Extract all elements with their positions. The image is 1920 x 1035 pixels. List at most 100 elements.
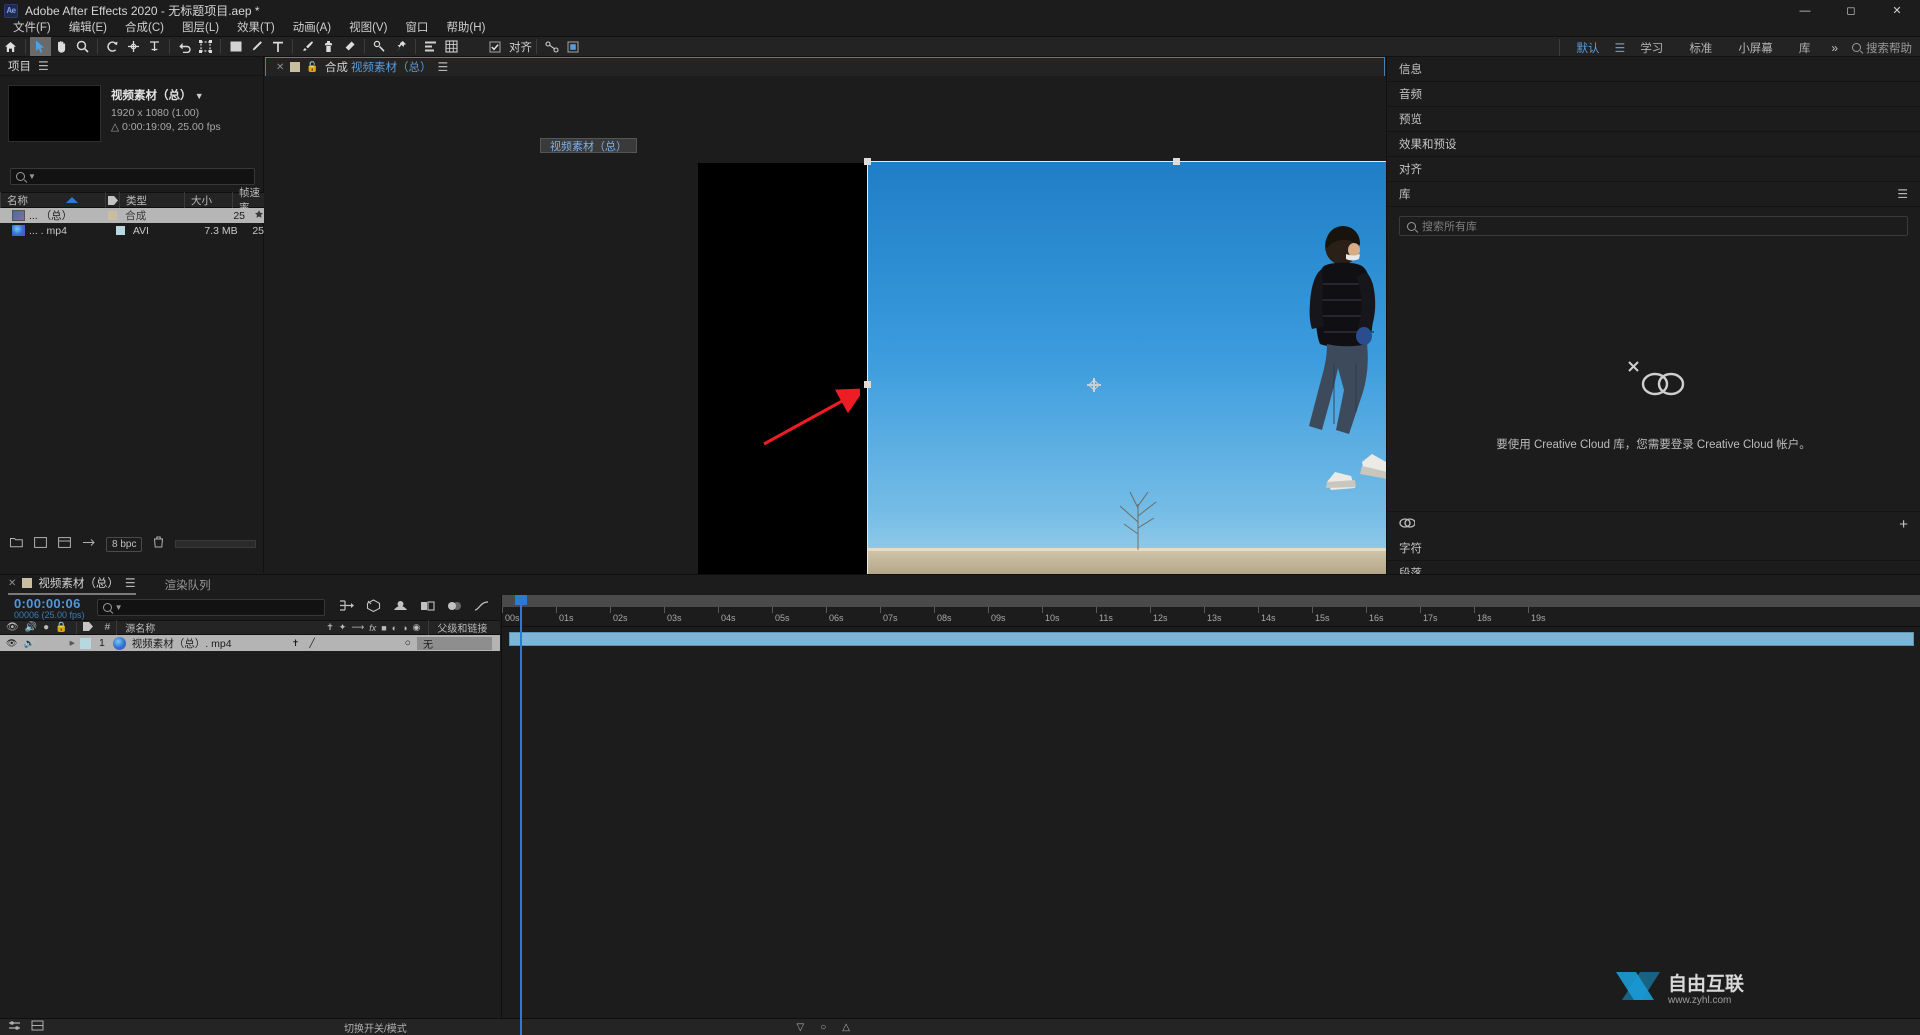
layer-parent-select[interactable]: 无 xyxy=(417,637,492,650)
snapping-toggle-icon[interactable] xyxy=(562,37,583,56)
layer-name[interactable]: 视频素材（总）. mp4 xyxy=(132,636,282,651)
toggle-switches-modes-icon[interactable] xyxy=(8,1020,21,1034)
transform-box-icon[interactable] xyxy=(195,37,216,56)
layer-shy-icon[interactable]: ✝ xyxy=(292,638,300,649)
resize-handle-tl[interactable] xyxy=(864,158,871,165)
layer-audio-toggle-icon[interactable]: 🔊 xyxy=(23,638,34,649)
rotation-tool-icon[interactable] xyxy=(102,37,123,56)
layer-switch-toggles[interactable]: ✝ ╱ xyxy=(292,638,315,649)
enable-motion-blur-icon[interactable] xyxy=(447,599,462,617)
source-name-header[interactable]: 源名称 xyxy=(116,620,326,635)
timeline-panel-menu-icon[interactable]: ☰ xyxy=(125,576,136,590)
graph-editor-icon[interactable] xyxy=(474,599,489,617)
align-panel-icon[interactable] xyxy=(420,37,441,56)
snapping-options-icon[interactable] xyxy=(541,37,562,56)
workspace-standard[interactable]: 标准 xyxy=(1676,40,1725,56)
home-icon[interactable] xyxy=(0,37,21,56)
workspace-learn[interactable]: 学习 xyxy=(1627,40,1676,56)
menu-animation[interactable]: 动画(A) xyxy=(284,18,340,36)
menu-effect[interactable]: 效果(T) xyxy=(228,18,284,36)
composition-breadcrumb-tab[interactable]: 视频素材（总） xyxy=(540,138,637,153)
add-library-button[interactable]: + xyxy=(1899,516,1908,533)
layer-toggles[interactable]: 👁 🔊 xyxy=(0,638,35,649)
orbit-camera-tool-icon[interactable] xyxy=(123,37,144,56)
new-folder-icon[interactable] xyxy=(10,535,23,553)
composition-panel-menu-icon[interactable]: ☰ xyxy=(438,60,449,74)
menu-window[interactable]: 窗口 xyxy=(396,18,437,36)
composition-tab-label[interactable]: 合成 视频素材（总） xyxy=(325,59,432,75)
workspace-small-screen[interactable]: 小屏幕 xyxy=(1725,40,1786,56)
zoom-in-icon[interactable]: △ xyxy=(842,1022,850,1033)
menu-view[interactable]: 视图(V) xyxy=(340,18,396,36)
menu-edit[interactable]: 编辑(E) xyxy=(60,18,116,36)
menu-help[interactable]: 帮助(H) xyxy=(437,18,494,36)
project-panel-menu-icon[interactable]: ☰ xyxy=(38,59,49,73)
column-label-icon[interactable] xyxy=(105,192,119,208)
brush-tool-icon[interactable] xyxy=(297,37,318,56)
close-icon[interactable]: ✕ xyxy=(8,578,16,589)
delete-icon[interactable] xyxy=(153,535,164,553)
project-row-composition[interactable]: ... （总） 合成 25 xyxy=(0,208,264,223)
workspace-overflow-icon[interactable]: » xyxy=(1823,41,1846,55)
interpret-footage-icon[interactable] xyxy=(82,535,95,553)
new-composition-icon[interactable] xyxy=(34,535,47,553)
menu-layer[interactable]: 图层(L) xyxy=(173,18,228,36)
hide-shy-layers-icon[interactable] xyxy=(393,599,408,617)
panel-character[interactable]: 字符 xyxy=(1387,536,1920,561)
close-icon[interactable]: ✕ xyxy=(276,62,284,73)
workspace-default[interactable]: 默认 xyxy=(1564,40,1613,56)
undo-icon[interactable] xyxy=(174,37,195,56)
panel-align[interactable]: 对齐 xyxy=(1387,157,1920,182)
column-type[interactable]: 类型 xyxy=(119,192,184,208)
composition-mini-flowchart-icon[interactable] xyxy=(339,599,354,617)
text-tool-icon[interactable] xyxy=(267,37,288,56)
selection-tool-icon[interactable] xyxy=(30,37,51,56)
project-search-input[interactable]: ▼ xyxy=(10,168,255,185)
resize-handle-ml[interactable] xyxy=(864,381,871,388)
tab-render-queue[interactable]: 渲染队列 xyxy=(165,577,211,593)
anchor-point-icon[interactable] xyxy=(1087,378,1101,392)
eraser-tool-icon[interactable] xyxy=(339,37,360,56)
parent-link-header[interactable]: 父级和链接 xyxy=(428,620,487,635)
clone-stamp-tool-icon[interactable] xyxy=(318,37,339,56)
menu-file[interactable]: 文件(F) xyxy=(4,18,60,36)
snapping-checkbox[interactable] xyxy=(484,37,505,56)
column-framerate[interactable]: 帧速率 xyxy=(232,192,264,208)
layer-duration-bar[interactable] xyxy=(509,632,1914,646)
draft-3d-icon[interactable] xyxy=(366,599,381,617)
library-sync-icon[interactable] xyxy=(1399,515,1415,533)
playhead[interactable] xyxy=(520,595,522,1035)
menu-composition[interactable]: 合成(C) xyxy=(116,18,173,36)
shape-tool-icon[interactable] xyxy=(225,37,246,56)
panel-effects-and-presets[interactable]: 效果和预设 xyxy=(1387,132,1920,157)
lock-icon[interactable]: 🔓 xyxy=(306,62,318,73)
libraries-label[interactable]: 库 xyxy=(1399,186,1411,202)
comp-dropdown-icon[interactable]: ▼ xyxy=(195,91,204,101)
layer-quality-icon[interactable]: ╱ xyxy=(309,638,314,649)
resize-handle-tc[interactable] xyxy=(1173,158,1180,165)
panel-info[interactable]: 信息 xyxy=(1387,57,1920,82)
time-ruler[interactable]: 00s 01s 02s 03s 04s 05s 06s 07s 08s 09s … xyxy=(502,607,1920,627)
column-size[interactable]: 大小 xyxy=(184,192,232,208)
switches-modes-label[interactable]: 切换开关/模式 xyxy=(344,1020,407,1035)
panel-preview[interactable]: 预览 xyxy=(1387,107,1920,132)
anchor-point-tool-icon[interactable] xyxy=(144,37,165,56)
label-swatch[interactable] xyxy=(108,211,117,220)
shy-icon[interactable] xyxy=(254,209,264,222)
timeline-search-input[interactable]: ▼ xyxy=(97,599,325,616)
sort-ascending-icon[interactable] xyxy=(66,197,78,203)
work-area-fill[interactable] xyxy=(502,595,1920,607)
libraries-panel-menu-icon[interactable]: ☰ xyxy=(1897,187,1908,201)
roto-brush-tool-icon[interactable] xyxy=(369,37,390,56)
layer-video-toggle-icon[interactable]: 👁 xyxy=(6,638,17,649)
tab-project[interactable]: 项目 ☰ xyxy=(8,58,49,74)
enable-frame-blending-icon[interactable] xyxy=(420,599,435,617)
panel-audio[interactable]: 音频 xyxy=(1387,82,1920,107)
help-search[interactable]: 搜索帮助 xyxy=(1846,40,1920,56)
current-time-display[interactable]: 0:00:00:06 00006 (25.00 fps) xyxy=(0,596,85,620)
label-swatch[interactable] xyxy=(116,226,125,235)
work-area-bar[interactable] xyxy=(502,595,1920,607)
grid-icon[interactable] xyxy=(441,37,462,56)
hand-tool-icon[interactable] xyxy=(51,37,72,56)
workspace-menu-icon[interactable]: ☰ xyxy=(1613,41,1628,55)
